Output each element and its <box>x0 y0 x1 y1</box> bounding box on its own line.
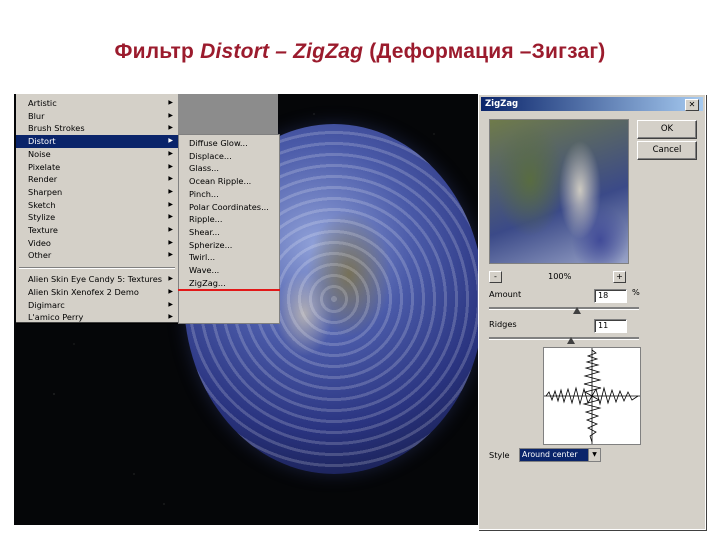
menu-item-label: Alien Skin Xenofex 2 Demo <box>28 286 139 297</box>
menu-item[interactable]: Digimarc ▶ <box>16 299 178 312</box>
menu-item[interactable]: Stylize ▶ <box>16 211 178 224</box>
title-part-1: Фильтр <box>114 40 201 63</box>
menu-item-label: Noise <box>28 148 51 159</box>
submenu-arrow-icon: ▶ <box>168 200 173 208</box>
amount-field[interactable]: 18 <box>594 289 627 303</box>
zigzag-marker-line <box>178 289 280 291</box>
submenu-item[interactable]: Spherize... <box>189 239 232 252</box>
title-part-3: (Деформация –Зигзаг) <box>363 40 606 63</box>
menu-item-label: Render <box>28 174 58 185</box>
menu-item[interactable]: Render ▶ <box>16 173 178 186</box>
amount-slider-track[interactable] <box>489 307 639 310</box>
menu-item-label: Digimarc <box>28 299 65 310</box>
close-button[interactable]: ✕ <box>685 99 699 111</box>
menu-item-label: Brush Strokes <box>28 123 85 134</box>
menu-item[interactable]: Brush Strokes ▶ <box>16 122 178 135</box>
ridges-field[interactable]: 11 <box>594 319 627 333</box>
menu-backdrop <box>178 94 278 134</box>
menu-item[interactable]: Distort ▶ <box>16 135 178 148</box>
submenu-item[interactable]: Twirl... <box>189 251 215 264</box>
amount-unit: % <box>632 287 640 297</box>
menu-item[interactable]: Alien Skin Eye Candy 5: Textures ▶ <box>16 273 178 286</box>
menu-item-label: Other <box>28 250 52 261</box>
menu-item-label: Video <box>28 237 51 248</box>
menu-item-label: L'amico Perry <box>28 312 84 323</box>
submenu-item[interactable]: Shear... <box>189 226 220 239</box>
submenu-arrow-icon: ▶ <box>168 111 173 119</box>
dialog-titlebar[interactable]: ZigZag ✕ <box>481 97 703 111</box>
menu-item-label: Sketch <box>28 199 56 210</box>
submenu-arrow-icon: ▶ <box>168 287 173 295</box>
submenu-item[interactable]: Polar Coordinates... <box>189 201 269 214</box>
menu-item-label: Stylize <box>28 212 56 223</box>
menu-item[interactable]: Artistic ▶ <box>16 97 178 110</box>
menu-item-label: Sharpen <box>28 186 63 197</box>
submenu-arrow-icon: ▶ <box>168 313 173 321</box>
submenu-arrow-icon: ▶ <box>168 137 173 145</box>
menu-item[interactable]: Video ▶ <box>16 237 178 250</box>
submenu-arrow-icon: ▶ <box>168 275 173 283</box>
submenu-arrow-icon: ▶ <box>168 238 173 246</box>
submenu-arrow-icon: ▶ <box>168 149 173 157</box>
menu-item-label: Alien Skin Eye Candy 5: Textures <box>28 274 163 285</box>
menu-item[interactable]: L'amico Perry ▶ <box>16 311 178 324</box>
menu-item-label: Texture <box>28 225 58 235</box>
ridges-slider-thumb[interactable] <box>567 337 575 344</box>
menu-separator <box>19 267 175 270</box>
menu-item[interactable]: Alien Skin Xenofex 2 Demo ▶ <box>16 286 178 299</box>
submenu-item[interactable]: Wave... <box>189 264 219 277</box>
style-select-value: Around center <box>520 449 588 461</box>
preview-image[interactable] <box>489 119 629 264</box>
zoom-out-button[interactable]: - <box>489 271 502 283</box>
submenu-item[interactable]: Diffuse Glow... <box>189 137 248 150</box>
submenu-arrow-icon: ▶ <box>168 162 173 170</box>
ridges-label: Ridges <box>489 319 517 329</box>
slide-title: Фильтр Distort – ZigZag (Деформация –Зиг… <box>0 40 720 64</box>
cancel-button[interactable]: Cancel <box>637 141 697 160</box>
style-select[interactable]: Around center ▼ <box>519 448 601 462</box>
amount-label: Amount <box>489 289 522 299</box>
menu-item-label: Distort <box>28 136 56 147</box>
style-label: Style <box>489 450 510 460</box>
submenu-arrow-icon: ▶ <box>168 213 173 221</box>
submenu-item[interactable]: Ripple... <box>189 213 222 226</box>
ok-button[interactable]: OK <box>637 120 697 139</box>
submenu-arrow-icon: ▶ <box>168 187 173 195</box>
menu-item[interactable]: Other ▶ <box>16 249 178 262</box>
submenu-item[interactable]: Pinch... <box>189 188 219 201</box>
menu-item[interactable]: Sharpen ▶ <box>16 186 178 199</box>
zigzag-graph <box>543 347 641 445</box>
menu-item[interactable]: Blur ▶ <box>16 110 178 123</box>
zigzag-dialog: ZigZag ✕ OK Cancel - 100% + Amount 18 % … <box>478 94 706 530</box>
menu-item[interactable]: Sketch ▶ <box>16 199 178 212</box>
menu-item-label: Pixelate <box>28 161 61 172</box>
zoom-level: 100% <box>548 271 572 281</box>
amount-slider-thumb[interactable] <box>573 307 581 314</box>
submenu-item[interactable]: Ocean Ripple... <box>189 175 251 188</box>
submenu-arrow-icon: ▶ <box>168 300 173 308</box>
submenu-arrow-icon: ▶ <box>168 226 173 233</box>
menu-item-label: Blur <box>28 110 45 121</box>
dropdown-arrow-icon[interactable]: ▼ <box>588 449 600 461</box>
filter-menu: Artistic ▶ Blur ▶ Brush Strokes ▶ Distort ▶ Nois… <box>16 94 179 323</box>
menu-item[interactable]: Pixelate ▶ <box>16 161 178 174</box>
dialog-title: ZigZag <box>485 99 519 109</box>
submenu-arrow-icon: ▶ <box>168 251 173 259</box>
ridges-slider-track[interactable] <box>489 337 639 340</box>
submenu-arrow-icon: ▶ <box>168 124 173 132</box>
submenu-arrow-icon: ▶ <box>168 99 173 106</box>
title-part-2: Distort – ZigZag <box>200 40 364 63</box>
menu-item-label: Artistic <box>28 98 57 108</box>
submenu-item[interactable]: ZigZag... <box>189 277 226 290</box>
zoom-in-button[interactable]: + <box>613 271 626 283</box>
submenu-arrow-icon: ▶ <box>168 175 173 183</box>
submenu-item[interactable]: Displace... <box>189 150 232 163</box>
menu-item[interactable]: Noise ▶ <box>16 148 178 161</box>
distort-submenu: Diffuse Glow... Displace... Glass... Ocean … <box>178 134 280 324</box>
submenu-item[interactable]: Glass... <box>189 162 219 175</box>
menu-item[interactable]: Texture ▶ <box>16 224 178 237</box>
